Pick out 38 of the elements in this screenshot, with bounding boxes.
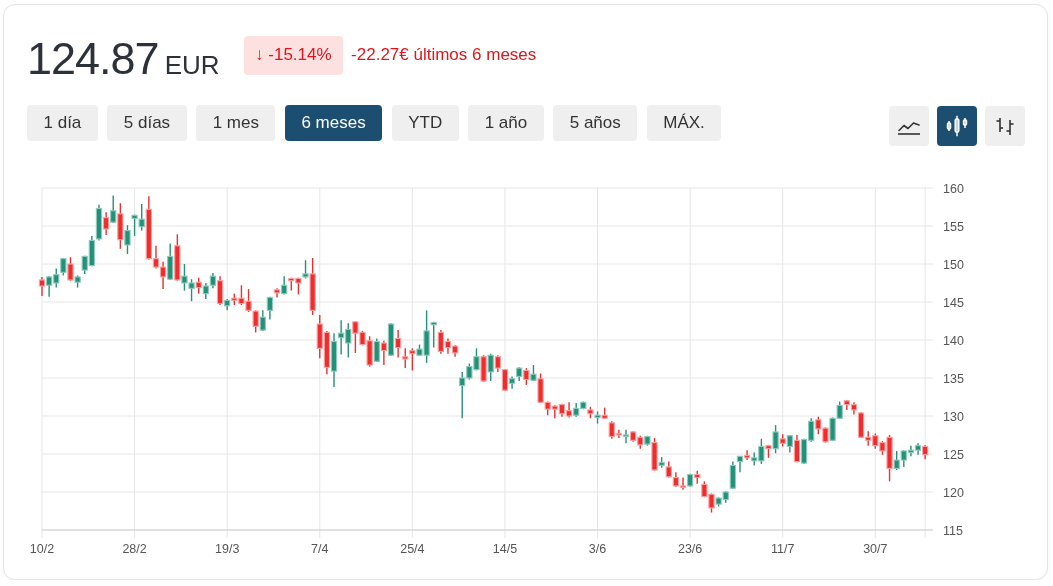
ohlc-bars-icon — [995, 116, 1015, 136]
x-axis-label: 19/3 — [215, 542, 240, 556]
range-button[interactable]: 1 año — [468, 105, 544, 141]
range-button[interactable]: 6 meses — [284, 105, 383, 141]
y-axis-label: 160 — [943, 181, 964, 196]
y-axis-label: 150 — [943, 257, 964, 272]
y-axis-label: 155 — [943, 219, 964, 234]
line-chart-icon — [897, 121, 921, 135]
chart-type-button[interactable] — [937, 106, 977, 146]
x-axis-label: 10/2 — [29, 542, 55, 556]
x-axis-label: 3/6 — [588, 542, 607, 556]
range-button[interactable]: 1 mes — [196, 105, 276, 141]
x-axis-label: 11/7 — [771, 542, 795, 556]
y-axis-label: 140 — [943, 333, 964, 348]
y-axis-label: 130 — [943, 409, 964, 424]
period-change-text: -22.27€ últimos 6 meses — [351, 45, 537, 65]
range-button[interactable]: 1 día — [27, 105, 98, 141]
x-axis-label: 30/7 — [863, 542, 888, 556]
chart-type-button[interactable] — [889, 106, 929, 146]
range-button[interactable]: YTD — [391, 105, 459, 141]
y-axis-label: 115 — [943, 523, 963, 538]
x-axis-label: 23/6 — [677, 542, 703, 556]
price-value: 124.87 — [27, 36, 159, 81]
y-axis-label: 125 — [943, 447, 964, 462]
x-axis-label: 7/4 — [311, 542, 329, 556]
x-axis-label: 28/2 — [122, 542, 147, 556]
change-badge: ↓ -15.14% — [243, 35, 344, 75]
currency-label: EUR — [164, 52, 220, 78]
x-axis-label: 25/4 — [400, 542, 425, 556]
y-axis-label: 120 — [943, 485, 964, 500]
range-button[interactable]: MÁX. — [646, 105, 722, 141]
chart-type-button[interactable] — [985, 106, 1025, 146]
y-axis-label: 135 — [943, 371, 964, 386]
range-button[interactable]: 5 años — [553, 105, 638, 141]
y-axis-label: 145 — [943, 295, 964, 310]
candlestick-icon — [946, 115, 968, 137]
x-axis-label: 14/5 — [492, 542, 518, 556]
range-button[interactable]: 5 días — [107, 105, 187, 141]
